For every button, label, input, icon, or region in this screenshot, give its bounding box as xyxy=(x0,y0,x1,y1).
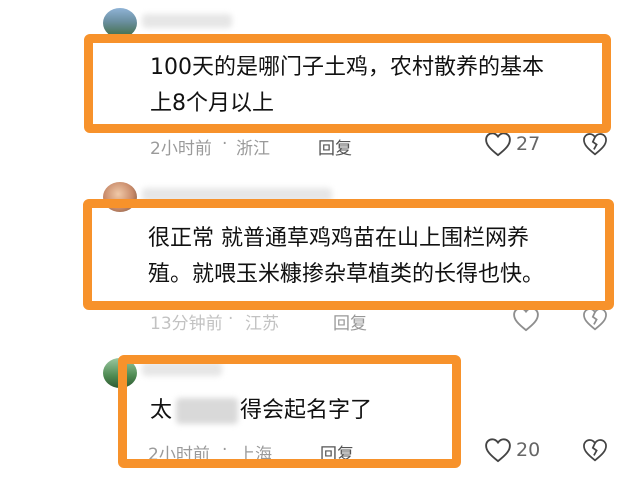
comment-location: 浙江 xyxy=(236,139,270,159)
heart-outline-icon[interactable] xyxy=(484,437,512,463)
comment-time: 2小时前 xyxy=(150,139,212,159)
meta-separator: · xyxy=(222,134,228,154)
like-count: 27 xyxy=(516,133,541,155)
like-count: 20 xyxy=(516,439,541,461)
reply-button[interactable]: 回复 xyxy=(318,134,352,159)
comment-time: 13分钟前 xyxy=(150,314,223,334)
highlight-box-1 xyxy=(84,34,611,133)
highlight-box-3 xyxy=(118,355,461,468)
heart-outline-icon[interactable] xyxy=(484,131,512,157)
broken-heart-icon[interactable] xyxy=(582,437,608,463)
username-blurred xyxy=(142,14,232,28)
meta-separator: · xyxy=(228,309,234,329)
comment-location: 江苏 xyxy=(245,314,279,334)
broken-heart-icon[interactable] xyxy=(582,131,608,157)
highlight-box-2 xyxy=(83,199,614,310)
reply-button[interactable]: 回复 xyxy=(333,309,367,334)
